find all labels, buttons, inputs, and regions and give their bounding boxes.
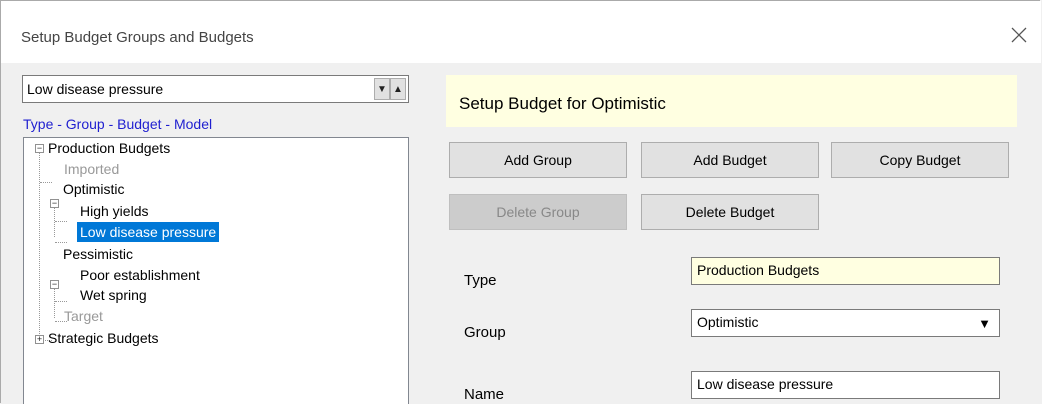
budget-selector[interactable]: Low disease pressure ▼ ▲	[22, 75, 409, 103]
collapse-icon[interactable]: −	[50, 199, 59, 208]
move-up-button[interactable]: ▲	[390, 78, 406, 100]
name-value: Low disease pressure	[697, 376, 834, 392]
type-label: Type	[464, 272, 497, 289]
budget-tree[interactable]: − Production Budgets Imported − Optimist…	[23, 137, 409, 404]
tree-node-low-disease[interactable]: Low disease pressure	[77, 222, 220, 242]
tree-node-wet-spring[interactable]: Wet spring	[80, 285, 147, 305]
group-value: Optimistic	[697, 314, 759, 330]
name-field[interactable]: Low disease pressure	[691, 371, 1000, 399]
chevron-down-icon: ▼	[978, 316, 991, 331]
hierarchy-link[interactable]: Type - Group - Budget - Model	[23, 116, 212, 132]
budget-selector-value: Low disease pressure	[27, 81, 164, 97]
tree-node-poor-establishment[interactable]: Poor establishment	[80, 265, 200, 285]
group-label: Group	[464, 324, 506, 341]
tree-node-strategic[interactable]: Strategic Budgets	[48, 328, 159, 348]
delete-budget-button[interactable]: Delete Budget	[641, 194, 819, 230]
group-select[interactable]: Optimistic ▼	[691, 309, 1000, 337]
tree-node-optimistic[interactable]: Optimistic	[63, 179, 124, 199]
delete-group-button[interactable]: Delete Group	[449, 194, 627, 230]
type-field: Production Budgets	[691, 257, 1000, 285]
tree-node-target[interactable]: Target	[64, 306, 103, 326]
collapse-icon[interactable]: −	[50, 280, 59, 289]
move-down-button[interactable]: ▼	[374, 78, 390, 100]
tree-node-high-yields[interactable]: High yields	[80, 201, 148, 221]
copy-budget-button[interactable]: Copy Budget	[831, 142, 1009, 178]
triangle-down-icon: ▼	[377, 83, 387, 95]
collapse-icon[interactable]: −	[35, 144, 44, 153]
name-label: Name	[464, 386, 505, 403]
expand-icon[interactable]: +	[35, 335, 44, 344]
dialog-body: Low disease pressure ▼ ▲ Type - Group - …	[1, 63, 1041, 404]
triangle-up-icon: ▲	[393, 83, 403, 95]
title-bar: Setup Budget Groups and Budgets	[1, 1, 1041, 63]
type-value: Production Budgets	[697, 262, 820, 278]
tree-node-pessimistic[interactable]: Pessimistic	[63, 244, 133, 264]
add-group-button[interactable]: Add Group	[449, 142, 627, 178]
tree-node-imported[interactable]: Imported	[64, 159, 119, 179]
dialog-window: Setup Budget Groups and Budgets Low dise…	[0, 0, 1041, 404]
add-budget-button[interactable]: Add Budget	[641, 142, 819, 178]
window-title: Setup Budget Groups and Budgets	[21, 29, 254, 46]
close-icon[interactable]	[1007, 23, 1031, 47]
tree-node-production[interactable]: Production Budgets	[48, 138, 170, 158]
setup-header-text: Setup Budget for Optimistic	[459, 94, 666, 113]
setup-header: Setup Budget for Optimistic	[446, 75, 1017, 127]
